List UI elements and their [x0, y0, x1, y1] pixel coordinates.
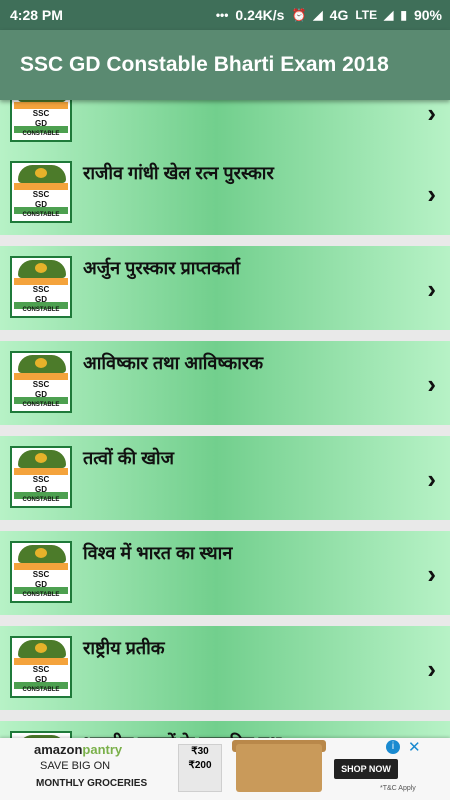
cap-badge [35, 263, 47, 273]
ad-brand: amazonpantry [34, 742, 122, 757]
logo-text-1: SSC [32, 570, 50, 579]
list-item[interactable]: SSC GD CONSTABLE आविष्कार तथा आविष्कारक › [0, 341, 450, 425]
chevron-right-icon: › [427, 654, 436, 684]
ssc-gd-logo-icon: SSCGD CONSTABLE [10, 541, 72, 603]
cap-badge [35, 548, 47, 558]
ad-shop-now-button[interactable]: SHOP NOW [334, 759, 398, 779]
logo-text-3: CONSTABLE [22, 687, 60, 693]
band-saffron [14, 658, 68, 665]
logo-text-3: CONSTABLE [22, 307, 60, 313]
logo-text-1: SSC [32, 665, 50, 674]
ssc-gd-logo-icon: SSCGD CONSTABLE [10, 446, 72, 508]
network-speed: 0.24K/s [235, 7, 285, 23]
signal-icon: ◢ [313, 8, 323, 22]
list-item[interactable]: SSC GD CONSTABLE अर्जुन पुरस्कार प्राप्तकर्… [0, 246, 450, 330]
band-saffron [14, 278, 68, 285]
ad-close-icon[interactable]: ✕ [408, 738, 421, 756]
logo-text-3: CONSTABLE [22, 212, 60, 218]
band-saffron [14, 183, 68, 190]
ad-banner[interactable]: amazonpantry SAVE BIG ON MONTHLY GROCERI… [0, 738, 450, 800]
ssc-gd-logo-icon: SSCGD CONSTABLE [10, 100, 72, 142]
topic-list[interactable]: SSC GD CONSTABLE › SSC GD CONSTABLE राजीव गांधी… [0, 100, 450, 800]
ssc-gd-logo-icon: SSCGD CONSTABLE [10, 161, 72, 223]
ad-terms: *T&C Apply [380, 785, 416, 792]
ad-save-text: SAVE BIG ON [40, 760, 111, 772]
cap-badge [35, 643, 47, 653]
band-saffron [14, 468, 68, 475]
chevron-right-icon: › [427, 179, 436, 209]
cap-badge [35, 168, 47, 178]
logo-text-3: CONSTABLE [22, 497, 60, 503]
ad-monthly-text: MONTHLY GROCERIES [36, 778, 148, 789]
ssc-gd-logo-icon: SSCGD CONSTABLE [10, 256, 72, 318]
band-saffron [14, 373, 68, 380]
ssc-gd-logo-icon: SSCGD CONSTABLE [10, 636, 72, 698]
list-item[interactable]: SSC GD CONSTABLE राजीव गांधी खेल रत्न पुरस्… [0, 151, 450, 235]
battery-icon: ▮ [400, 8, 407, 22]
status-indicators: ••• 0.24K/s ⏰ ◢ 4G LTE ◢ ▮ 90% [216, 7, 442, 23]
logo-text-2: GD [35, 485, 47, 494]
list-item-label: अर्जुन पुरस्कार प्राप्तकर्ता [83, 258, 240, 278]
signal2-icon: ◢ [384, 8, 394, 22]
logo-text-3: CONSTABLE [22, 592, 60, 598]
ad-offer-tag: ₹30 ₹200 [178, 744, 222, 792]
list-item-label: राजीव गांधी खेल रत्न पुरस्कार [83, 163, 274, 183]
band-saffron [14, 563, 68, 570]
grocery-box-image [236, 744, 322, 792]
band-saffron [14, 102, 68, 109]
network-type: 4G [329, 7, 349, 23]
logo-text-1: SSC [32, 190, 50, 199]
logo-text-3: CONSTABLE [22, 402, 60, 408]
list-item[interactable]: SSC GD CONSTABLE › [0, 100, 450, 154]
ssc-gd-logo-icon: SSCGD CONSTABLE [10, 351, 72, 413]
chevron-right-icon: › [427, 559, 436, 589]
logo-text-2: GD [35, 200, 47, 209]
logo-text-1: SSC [32, 475, 50, 484]
logo-text-1: SSC [32, 380, 50, 389]
logo-text-2: GD [35, 295, 47, 304]
logo-text-2: GD [35, 580, 47, 589]
logo-text-2: GD [35, 675, 47, 684]
more-dots-icon: ••• [215, 8, 229, 22]
page-title: SSC GD Constable Bharti Exam 2018 [20, 53, 389, 76]
ad-offer-bottom: ₹200 [188, 760, 212, 771]
logo-text-3: CONSTABLE [22, 131, 60, 137]
ad-offer-top: ₹30 [191, 746, 209, 757]
ad-brand-sub: pantry [82, 742, 123, 757]
list-item[interactable]: SSC GD CONSTABLE विश्व में भारत का स्थान › [0, 531, 450, 615]
battery-level: 90% [413, 7, 442, 23]
alarm-icon: ⏰ [291, 8, 307, 22]
list-item-label: तत्वों की खोज [83, 448, 174, 468]
chevron-right-icon: › [427, 274, 436, 304]
chevron-right-icon: › [427, 464, 436, 494]
cap-badge [35, 453, 47, 463]
logo-text-2: GD [35, 119, 47, 128]
status-time: 4:28 PM [10, 7, 63, 23]
ad-brand-main: amazon [34, 742, 83, 757]
chevron-right-icon: › [427, 100, 436, 128]
status-bar: 4:28 PM ••• 0.24K/s ⏰ ◢ 4G LTE ◢ ▮ 90% [0, 0, 450, 30]
logo-text-2: GD [35, 390, 47, 399]
ad-info-icon[interactable]: i [386, 740, 400, 754]
app-toolbar: SSC GD Constable Bharti Exam 2018 [0, 30, 450, 100]
list-item-label: विश्व में भारत का स्थान [83, 543, 233, 563]
list-item-label: आविष्कार तथा आविष्कारक [83, 353, 264, 373]
cap-badge [35, 358, 47, 368]
list-item[interactable]: SSC GD CONSTABLE राष्ट्रीय प्रतीक › [0, 626, 450, 710]
logo-text-1: SSC [32, 109, 50, 118]
volte-badge: LTE [355, 8, 378, 22]
list-item[interactable]: SSC GD CONSTABLE तत्वों की खोज › [0, 436, 450, 520]
chevron-right-icon: › [427, 369, 436, 399]
list-item-label: राष्ट्रीय प्रतीक [83, 638, 165, 658]
logo-text-1: SSC [32, 285, 50, 294]
